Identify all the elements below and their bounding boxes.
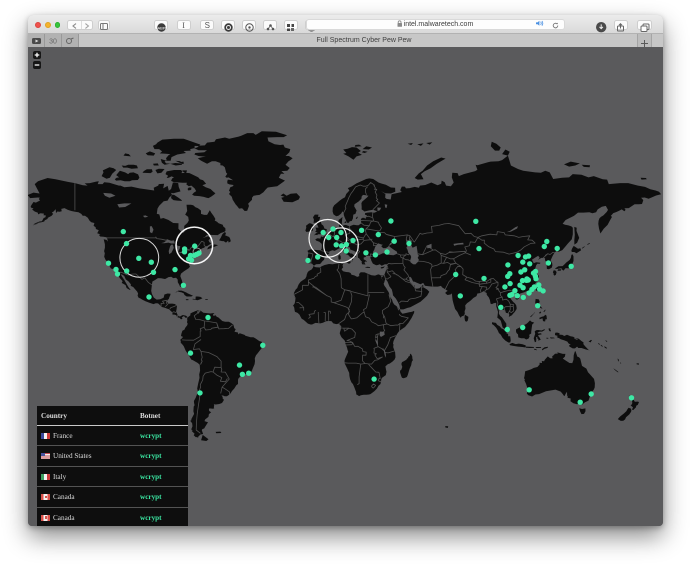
svg-text:30: 30 bbox=[49, 38, 57, 45]
svg-text:ABP: ABP bbox=[157, 25, 165, 30]
